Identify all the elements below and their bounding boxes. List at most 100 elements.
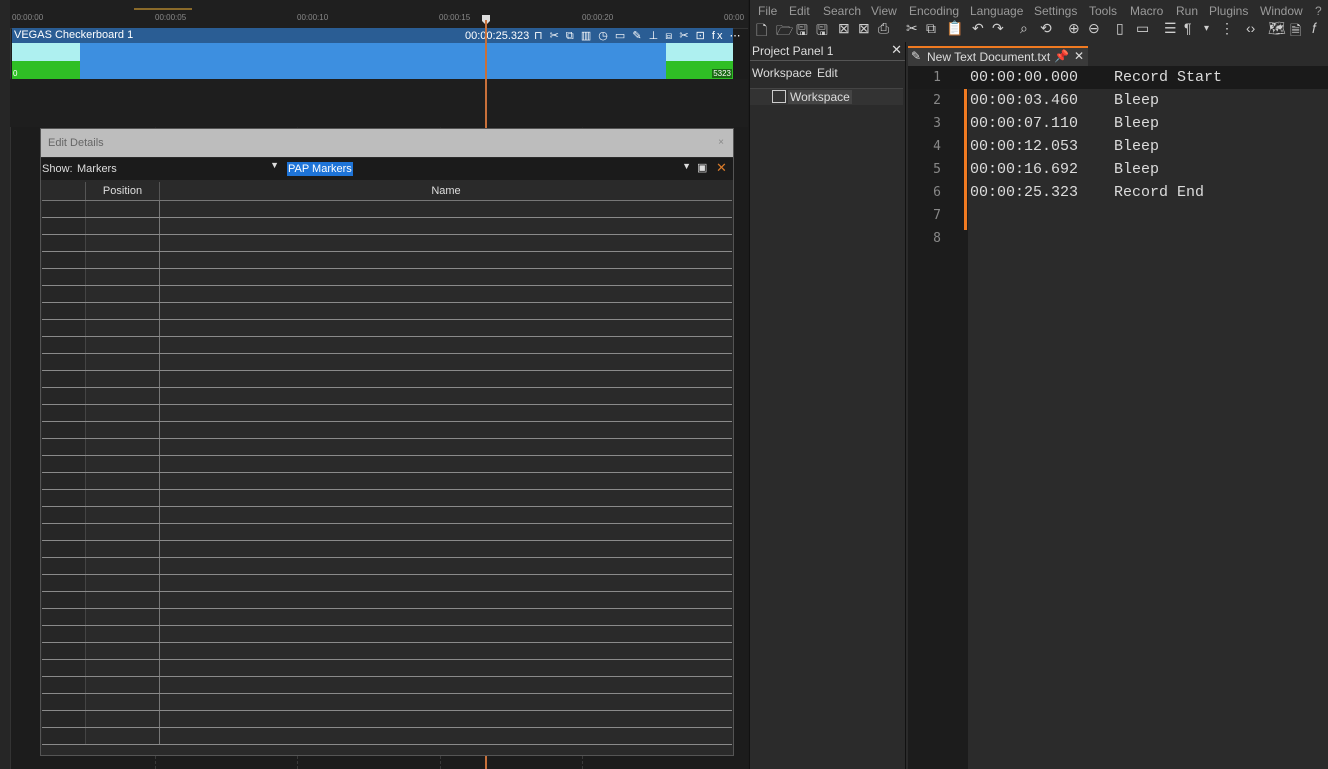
row-selector[interactable] (42, 490, 86, 506)
line-text[interactable]: 00:00:25.323 Record End (970, 184, 1204, 201)
table-row[interactable] (42, 711, 732, 728)
position-cell[interactable] (86, 490, 160, 506)
sync-scroll-icon[interactable]: ▯ (1116, 20, 1124, 37)
paste-icon[interactable]: 📋 (946, 20, 963, 37)
position-cell[interactable] (86, 541, 160, 557)
copy-icon[interactable]: ⧉ (926, 20, 936, 37)
position-cell[interactable] (86, 371, 160, 387)
table-row[interactable] (42, 337, 732, 354)
menu-run[interactable]: Run (1176, 4, 1198, 18)
row-selector[interactable] (42, 592, 86, 608)
save-all-icon[interactable]: 🖫 (816, 20, 828, 44)
position-cell[interactable] (86, 218, 160, 234)
pin-icon[interactable]: 📌 (1054, 49, 1069, 63)
row-selector[interactable] (42, 337, 86, 353)
row-selector[interactable] (42, 371, 86, 387)
row-selector[interactable] (42, 626, 86, 642)
close-file-icon[interactable]: ⊠ (838, 20, 850, 37)
position-cell[interactable] (86, 252, 160, 268)
position-cell[interactable] (86, 337, 160, 353)
position-cell[interactable] (86, 388, 160, 404)
row-selector[interactable] (42, 405, 86, 421)
row-selector[interactable] (42, 320, 86, 336)
row-selector[interactable] (42, 711, 86, 727)
editor-line[interactable]: 8 (908, 227, 1328, 250)
row-selector[interactable] (42, 354, 86, 370)
marker-list-dropdown[interactable]: PAP Markers ▼ (285, 160, 693, 177)
table-row[interactable] (42, 354, 732, 371)
menu-tools[interactable]: Tools (1089, 4, 1117, 18)
timeline-ruler[interactable]: 00:00:00 00:00:05 00:00:10 00:00:15 00:0… (10, 0, 748, 29)
line-text[interactable]: 00:00:16.692 Bleep (970, 161, 1159, 178)
row-selector[interactable] (42, 694, 86, 710)
row-selector[interactable] (42, 286, 86, 302)
menu-view[interactable]: View (871, 4, 897, 18)
row-selector[interactable] (42, 456, 86, 472)
lang-icon[interactable]: ‹› (1246, 20, 1255, 36)
markers-grid[interactable]: Position Name (42, 182, 732, 752)
table-row[interactable] (42, 269, 732, 286)
row-selector[interactable] (42, 303, 86, 319)
row-selector[interactable] (42, 252, 86, 268)
table-row[interactable] (42, 320, 732, 337)
cut-icon[interactable]: ✂ (906, 20, 918, 37)
table-row[interactable] (42, 728, 732, 745)
position-cell[interactable] (86, 201, 160, 217)
table-row[interactable] (42, 422, 732, 439)
position-cell[interactable] (86, 354, 160, 370)
zoom-out-icon[interactable]: ⊖ (1088, 20, 1100, 37)
position-cell[interactable] (86, 473, 160, 489)
video-event[interactable]: VEGAS Checkerboard 1 00:00:25.323 ⊓ ✂ ⧉ … (12, 28, 741, 79)
row-selector-header[interactable] (42, 182, 86, 200)
position-cell[interactable] (86, 626, 160, 642)
menu-plugins[interactable]: Plugins (1209, 4, 1248, 18)
position-cell[interactable] (86, 558, 160, 574)
menu-language[interactable]: Language (970, 4, 1023, 18)
column-header-name[interactable]: Name (160, 182, 732, 200)
event-fade-in[interactable] (12, 43, 80, 79)
table-row[interactable] (42, 609, 732, 626)
position-cell[interactable] (86, 711, 160, 727)
zoom-in-icon[interactable]: ⊕ (1068, 20, 1080, 37)
position-cell[interactable] (86, 286, 160, 302)
row-selector[interactable] (42, 643, 86, 659)
undo-icon[interactable]: ↶ (972, 20, 984, 37)
position-cell[interactable] (86, 507, 160, 523)
menu-encoding[interactable]: Encoding (909, 4, 959, 18)
word-wrap-icon[interactable]: ☰ (1164, 20, 1177, 37)
menu-edit[interactable]: Edit (789, 4, 810, 18)
table-row[interactable] (42, 592, 732, 609)
position-cell[interactable] (86, 728, 160, 744)
show-dropdown[interactable]: Markers ▼ (75, 160, 281, 177)
table-row[interactable] (42, 490, 732, 507)
track-empty-area[interactable] (10, 79, 748, 127)
row-selector[interactable] (42, 269, 86, 285)
menu-window[interactable]: Window (1260, 4, 1303, 18)
open-file-icon[interactable]: 🗁 (776, 20, 793, 44)
table-row[interactable] (42, 643, 732, 660)
table-row[interactable] (42, 405, 732, 422)
position-cell[interactable] (86, 320, 160, 336)
editor-line[interactable]: 5 00:00:16.692 Bleep (908, 158, 1328, 181)
event-fx-icons[interactable]: ⊓ ✂ ⧉ ▥ ◷ ▭ ✎ ⊥ ⧈ ✂ ⊡ fx ⋯ (534, 29, 743, 43)
edit-details-titlebar[interactable]: Edit Details × (41, 129, 733, 157)
menu-file[interactable]: File (758, 4, 777, 18)
menu-workspace[interactable]: Workspace (752, 66, 812, 80)
table-row[interactable] (42, 524, 732, 541)
close-all-icon[interactable]: ⊠ (858, 20, 870, 37)
row-selector[interactable] (42, 677, 86, 693)
tab-new-text-document[interactable]: ✎ New Text Document.txt 📌 ✕ (908, 46, 1088, 66)
position-cell[interactable] (86, 269, 160, 285)
table-row[interactable] (42, 235, 732, 252)
row-selector[interactable] (42, 473, 86, 489)
editor-line[interactable]: 1 00:00:00.000 Record Start (908, 66, 1328, 89)
menu-search[interactable]: Search (823, 4, 861, 18)
position-cell[interactable] (86, 524, 160, 540)
table-row[interactable] (42, 218, 732, 235)
table-row[interactable] (42, 286, 732, 303)
row-selector[interactable] (42, 609, 86, 625)
position-cell[interactable] (86, 592, 160, 608)
replace-icon[interactable]: ⟲ (1040, 20, 1052, 37)
menu-help[interactable]: ? (1315, 4, 1322, 18)
new-file-icon[interactable]: 🗋 (756, 20, 767, 44)
